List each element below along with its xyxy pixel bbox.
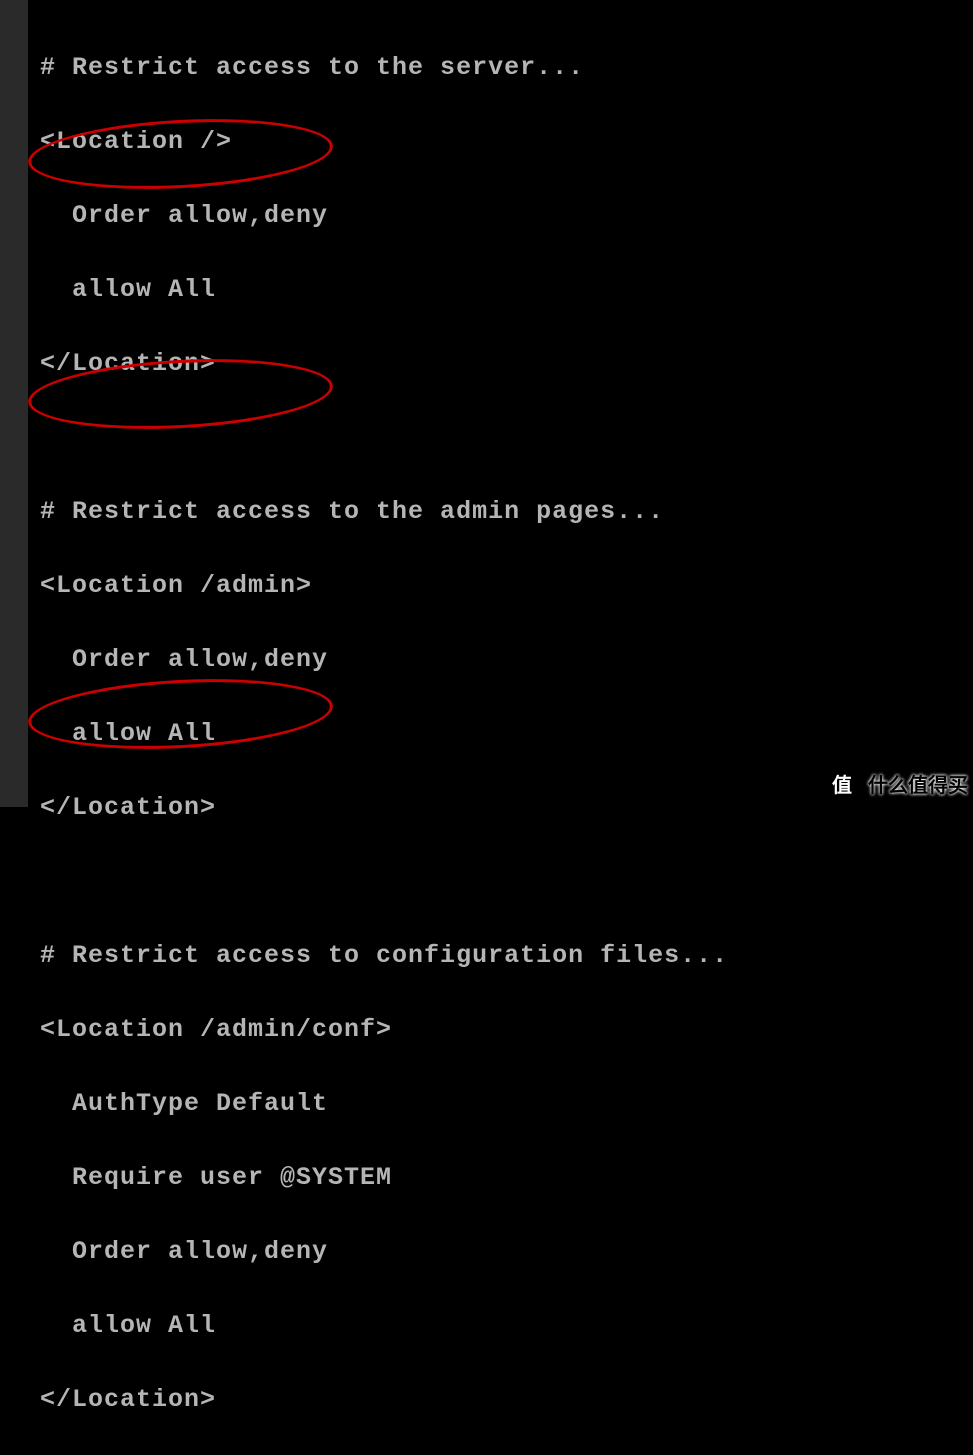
- config-comment: # Restrict access to configuration files…: [40, 937, 728, 974]
- config-comment: # Restrict access to the admin pages...: [40, 493, 728, 530]
- config-allow-directive: allow All: [40, 1307, 728, 1344]
- watermark-badge-icon: 值: [824, 765, 860, 801]
- config-location-open: <Location />: [40, 123, 728, 160]
- config-file-content[interactable]: # Restrict access to the server... <Loca…: [40, 12, 728, 1455]
- config-authtype-directive: AuthType Default: [40, 1085, 728, 1122]
- watermark: 值 什么值得买: [824, 765, 968, 801]
- config-comment: # Restrict access to the server...: [40, 49, 728, 86]
- config-require-directive: Require user @SYSTEM: [40, 1159, 728, 1196]
- config-location-close: </Location>: [40, 789, 728, 826]
- config-order-directive: Order allow,deny: [40, 197, 728, 234]
- editor-gutter: [0, 0, 28, 807]
- blank-line: [40, 419, 728, 456]
- config-location-close: </Location>: [40, 1381, 728, 1418]
- config-allow-directive: allow All: [40, 271, 728, 308]
- watermark-text: 什么值得买: [868, 769, 968, 798]
- config-allow-directive: allow All: [40, 715, 728, 752]
- config-location-open: <Location /admin>: [40, 567, 728, 604]
- config-order-directive: Order allow,deny: [40, 1233, 728, 1270]
- config-order-directive: Order allow,deny: [40, 641, 728, 678]
- config-location-close: </Location>: [40, 345, 728, 382]
- blank-line: [40, 863, 728, 900]
- config-location-open: <Location /admin/conf>: [40, 1011, 728, 1048]
